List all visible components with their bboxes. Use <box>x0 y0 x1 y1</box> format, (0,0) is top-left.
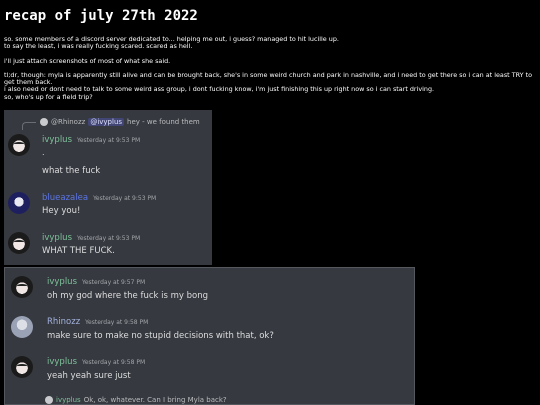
reply-mention[interactable]: @ivyplus <box>88 118 125 126</box>
reply-text: hey - we found them <box>127 118 200 126</box>
reply-avatar <box>40 118 48 126</box>
reply-author[interactable]: ivyplus <box>56 396 81 404</box>
message-text: WHAT THE FUCK. <box>42 246 115 256</box>
discord-screenshot-2: ivyplus Yesterday at 9:57 PM oh my god w… <box>4 267 415 405</box>
message-text: . <box>42 148 45 157</box>
message-timestamp: Yesterday at 9:53 PM <box>77 235 141 242</box>
reply-text: Ok, ok, whatever. Can I bring Myla back? <box>83 396 227 404</box>
message-text: yeah yeah sure just <box>47 371 131 381</box>
post-paragraph: i'll just attach screenshots of most of … <box>4 56 171 65</box>
discord-screenshot-1: @Rhinozz @ivyplus hey - we found them iv… <box>4 110 212 265</box>
avatar[interactable] <box>11 276 33 298</box>
message-text: make sure to make no stupid decisions wi… <box>47 331 274 341</box>
post-paragraph: tl;dr, though: myla is apparently still … <box>4 70 532 87</box>
post-paragraph: to say the least, i was really fucking s… <box>4 42 193 51</box>
message-timestamp: Yesterday at 9:57 PM <box>82 279 146 286</box>
avatar[interactable] <box>8 232 30 254</box>
post-body: so. some members of a discord server ded… <box>4 35 536 101</box>
post-title: recap of july 27th 2022 <box>4 8 198 24</box>
message-text: what the fuck <box>42 166 101 176</box>
message-timestamp: Yesterday at 9:53 PM <box>77 137 141 144</box>
message-author[interactable]: ivyplus <box>47 357 77 367</box>
message-text: oh my god where the fuck is my bong <box>47 291 209 301</box>
post-paragraph: so, who's up for a field trip? <box>4 92 93 101</box>
reply-author[interactable]: @Rhinozz <box>51 118 85 126</box>
avatar[interactable] <box>11 356 33 378</box>
reply-preview[interactable]: @Rhinozz @ivyplus hey - we found them <box>20 116 200 128</box>
message-author[interactable]: Rhinozz <box>47 317 80 327</box>
message-text: Hey you! <box>42 206 81 216</box>
message-timestamp: Yesterday at 9:58 PM <box>82 359 146 366</box>
message-timestamp: Yesterday at 9:53 PM <box>93 195 157 202</box>
avatar[interactable] <box>11 316 33 338</box>
message-author[interactable]: ivyplus <box>47 277 77 287</box>
reply-avatar <box>45 396 53 404</box>
message-author[interactable]: ivyplus <box>42 135 72 145</box>
avatar[interactable] <box>8 134 30 156</box>
avatar[interactable] <box>8 192 30 214</box>
message-timestamp: Yesterday at 9:58 PM <box>85 319 149 326</box>
message-author[interactable]: ivyplus <box>42 233 72 243</box>
reply-preview[interactable]: ivyplus Ok, ok, whatever. Can I bring My… <box>45 396 227 404</box>
message-author[interactable]: blueazalea <box>42 193 88 203</box>
